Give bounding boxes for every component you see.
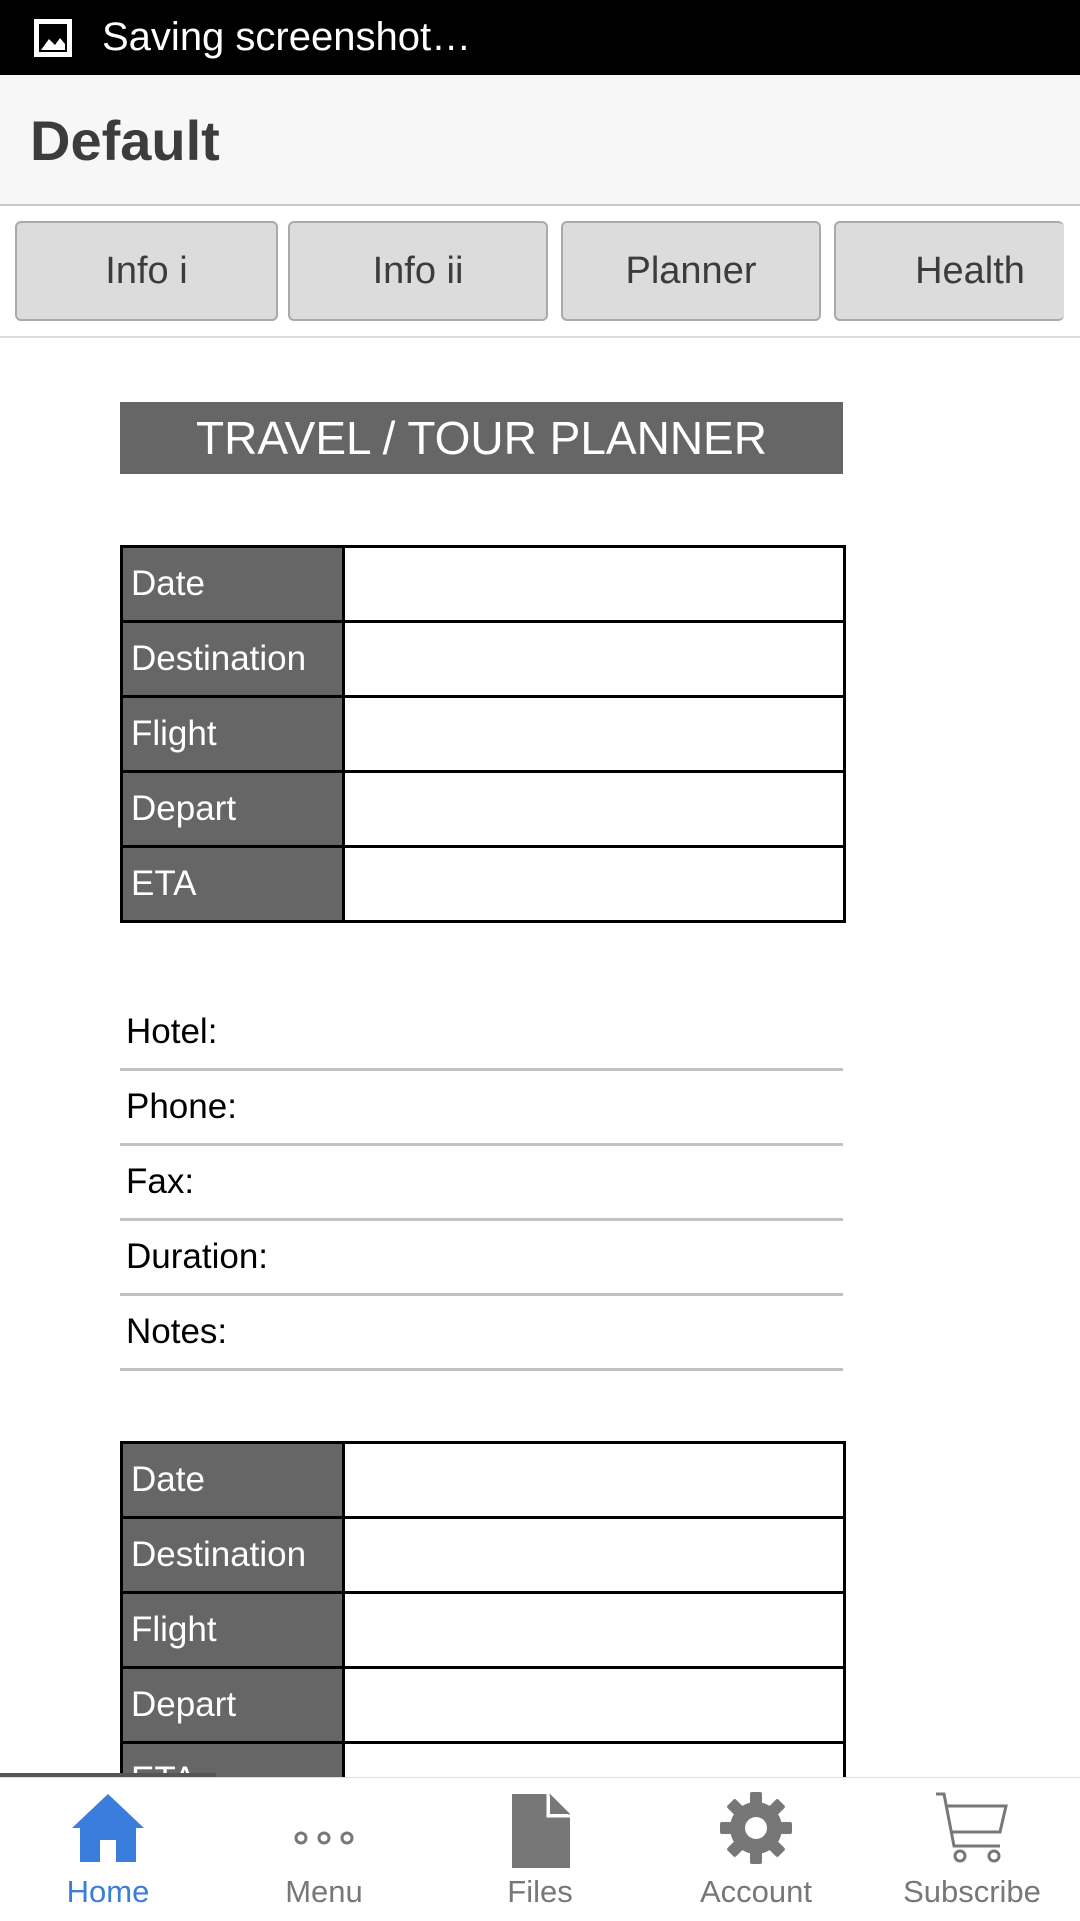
planner-title: TRAVEL / TOUR PLANNER — [120, 402, 843, 474]
tab-planner[interactable]: Planner — [561, 221, 821, 321]
row-label-date: Date — [120, 1441, 345, 1519]
table-row: Date — [120, 545, 846, 623]
flight-field[interactable] — [342, 1591, 846, 1669]
nav-label-home: Home — [66, 1874, 150, 1909]
nav-subscribe[interactable]: Subscribe — [864, 1778, 1080, 1921]
depart-field[interactable] — [342, 770, 846, 848]
image-icon — [34, 19, 72, 57]
tab-info-ii[interactable]: Info ii — [288, 221, 548, 321]
gear-icon — [720, 1792, 792, 1864]
table-row: Depart — [120, 1666, 846, 1744]
nav-label-subscribe: Subscribe — [903, 1874, 1041, 1909]
tab-bar: Info i Info ii Planner Health — [0, 206, 1080, 338]
tab-health[interactable]: Health — [834, 221, 1064, 321]
date-field[interactable] — [342, 545, 846, 623]
duration-line[interactable]: Duration: — [120, 1221, 843, 1296]
row-label-date: Date — [120, 545, 345, 623]
date-field[interactable] — [342, 1441, 846, 1519]
nav-label-account: Account — [699, 1874, 812, 1909]
fax-line[interactable]: Fax: — [120, 1146, 843, 1221]
table-row: Flight — [120, 1591, 846, 1669]
table-row: Destination — [120, 1516, 846, 1594]
table-row: Date — [120, 1441, 846, 1519]
notes-line[interactable]: Notes: — [120, 1296, 843, 1371]
table-row: ETA — [120, 845, 846, 923]
destination-field[interactable] — [342, 1516, 846, 1594]
status-text: Saving screenshot… — [102, 15, 472, 59]
destination-field[interactable] — [342, 620, 846, 698]
depart-field[interactable] — [342, 1666, 846, 1744]
status-bar: Saving screenshot… — [0, 0, 1080, 75]
more-dots-icon — [294, 1831, 354, 1845]
row-label-depart: Depart — [120, 1666, 345, 1744]
phone-line[interactable]: Phone: — [120, 1071, 843, 1146]
row-label-eta: ETA — [120, 1741, 345, 1777]
row-label-depart: Depart — [120, 770, 345, 848]
row-label-destination: Destination — [120, 620, 345, 698]
bottom-nav: Home Menu Files Account Subscribe — [0, 1777, 1080, 1920]
app-bar: Default — [0, 75, 1080, 206]
page-title: Default — [30, 109, 220, 172]
tab-info-i[interactable]: Info i — [15, 221, 278, 321]
home-icon — [72, 1794, 144, 1862]
table-row: Depart — [120, 770, 846, 848]
cart-icon — [936, 1792, 1008, 1863]
row-label-flight: Flight — [120, 1591, 345, 1669]
row-label-flight: Flight — [120, 695, 345, 773]
flight-field[interactable] — [342, 695, 846, 773]
file-icon — [512, 1794, 570, 1868]
table-row: Destination — [120, 620, 846, 698]
table-row: Flight — [120, 695, 846, 773]
hotel-line[interactable]: Hotel: — [120, 996, 843, 1071]
travel-table-2: Date Destination Flight Depart ETA — [120, 1441, 846, 1777]
nav-menu[interactable]: Menu — [216, 1778, 432, 1921]
row-label-eta: ETA — [120, 845, 345, 923]
nav-account[interactable]: Account — [648, 1778, 864, 1921]
row-label-destination: Destination — [120, 1516, 345, 1594]
table-row: ETA — [120, 1741, 846, 1777]
eta-field[interactable] — [342, 845, 846, 923]
travel-table-1: Date Destination Flight Depart ETA — [120, 545, 846, 923]
nav-label-files: Files — [507, 1874, 573, 1909]
nav-files[interactable]: Files — [432, 1778, 648, 1921]
nav-label-menu: Menu — [285, 1874, 363, 1909]
nav-home[interactable]: Home — [0, 1778, 216, 1921]
planner-content[interactable]: TRAVEL / TOUR PLANNER Date Destination F… — [0, 340, 1080, 1777]
eta-field[interactable] — [342, 1741, 846, 1777]
